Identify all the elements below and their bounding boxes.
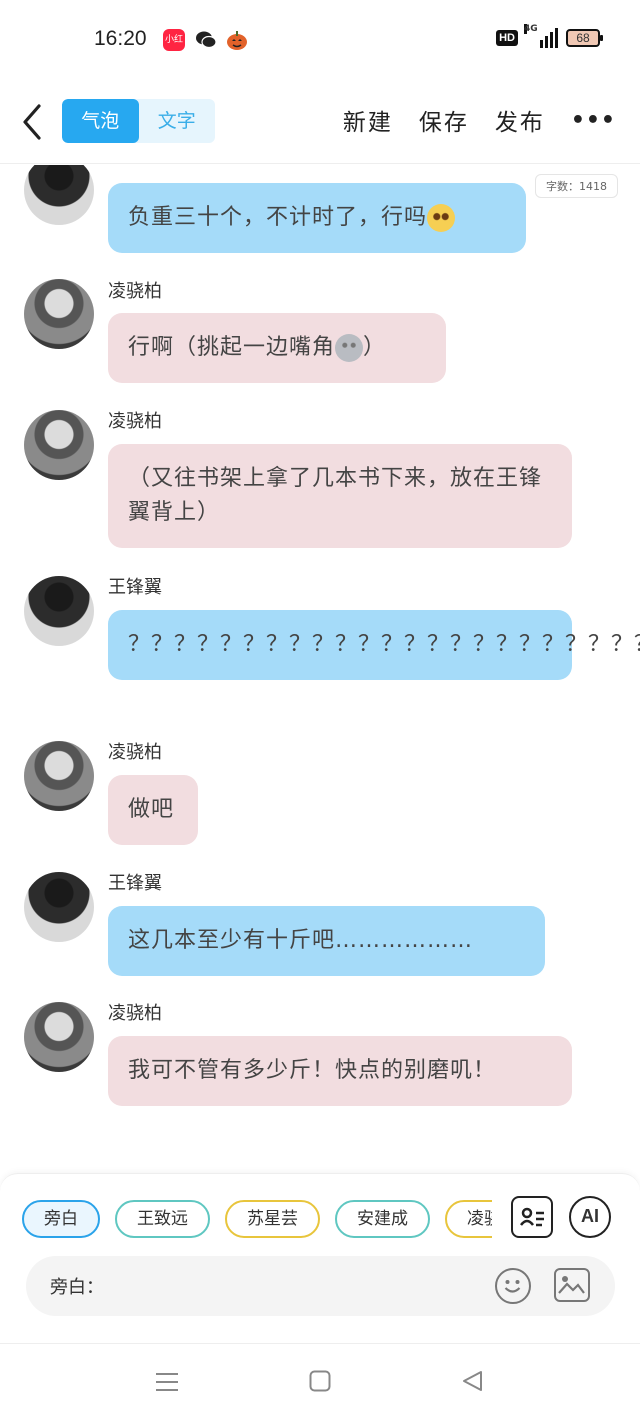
header-actions: 新建 保存 发布 ••• [343, 103, 616, 137]
message-text: 负重三十个，不计时了，行吗 [128, 205, 428, 230]
speaker-name: 凌骁柏 [108, 1003, 162, 1024]
message-bubble[interactable]: 行啊（挑起一边嘴角 ） [108, 313, 446, 383]
back-button[interactable] [20, 102, 44, 142]
editor-header: 气泡 文字 新建 保存 发布 ••• [0, 80, 640, 164]
chip-su-xingyun[interactable]: 苏星芸 [225, 1200, 320, 1238]
moon-face-icon [335, 334, 364, 362]
message-bubble[interactable]: 做吧 [108, 775, 198, 845]
clock: 16:20 [94, 27, 147, 50]
speaker-name: 王锋翼 [108, 873, 162, 894]
message-text: ？？？？？？？？？？？？？？？？？？？？？？？ [128, 632, 640, 657]
speaker-name: 凌骁柏 [108, 281, 162, 302]
message-bubble[interactable]: 我可不管有多少斤！快点的别磨叽！ [108, 1036, 572, 1106]
chip-ling-xiaobai[interactable]: 凌骁柏 [445, 1200, 492, 1238]
image-icon[interactable] [554, 1268, 590, 1302]
avatar[interactable] [24, 165, 94, 225]
message-text: 行啊（挑起一边嘴角 [128, 335, 336, 360]
signal-icon: 4G [524, 24, 558, 48]
status-bar: 16:20 小红书 HD 4G 68 [0, 0, 640, 80]
composer-input-row: 旁白： [26, 1256, 615, 1316]
speaker-name: 王锋翼 [108, 577, 162, 598]
chip-wang-zhiyuan[interactable]: 王致远 [115, 1200, 210, 1238]
hd-badge: HD [496, 30, 518, 46]
message-text: 做吧 [128, 797, 175, 822]
avatar[interactable] [24, 741, 94, 811]
xiaohongshu-icon: 小红书 [163, 29, 185, 67]
message-input[interactable] [121, 1268, 481, 1304]
composer-panel: 旁白 王致远 苏星芸 安建成 凌骁柏 AI 旁白： [0, 1173, 640, 1343]
message-bubble[interactable]: （又往书架上拿了几本书下来，放在王锋翼背上） [108, 444, 572, 548]
ai-button[interactable]: AI [569, 1196, 611, 1238]
new-button[interactable]: 新建 [343, 103, 393, 137]
message-bubble[interactable]: ？？？？？？？？？？？？？？？？？？？？？？？ [108, 610, 640, 680]
halloween-icon [226, 29, 248, 51]
message-text-tail: ） [363, 335, 387, 360]
word-count-badge: 字数：1418 [535, 174, 618, 198]
message-bubble[interactable]: 负重三十个，不计时了，行吗 [108, 183, 526, 253]
emoji-icon[interactable] [495, 1268, 531, 1304]
chip-narrator[interactable]: 旁白 [22, 1200, 100, 1238]
chat-thread: 字数：1418 负重三十个，不计时了，行吗 凌骁柏 行啊（挑起一边嘴角 ） 凌骁柏… [0, 165, 640, 1175]
avatar[interactable] [24, 279, 94, 349]
tab-text[interactable]: 文字 [139, 99, 216, 143]
battery-icon: 68 [566, 29, 603, 47]
network-type: 4G [524, 24, 538, 34]
menu-icon[interactable] [155, 1370, 179, 1394]
system-nav-bar [0, 1343, 640, 1422]
message-text: 这几本至少有十斤吧……………… [128, 928, 474, 953]
chevron-left-icon [23, 104, 41, 140]
publish-button[interactable]: 发布 [495, 103, 545, 137]
mode-toggle: 气泡 文字 [62, 99, 215, 143]
avatar[interactable] [24, 872, 94, 942]
pleading-face-icon [427, 204, 456, 232]
home-icon[interactable] [309, 1370, 331, 1392]
speaker-label: 旁白： [50, 1277, 104, 1298]
tab-bubble[interactable]: 气泡 [62, 99, 139, 143]
message-bubble[interactable]: 这几本至少有十斤吧……………… [108, 906, 545, 976]
save-button[interactable]: 保存 [419, 103, 469, 137]
wechat-icon [195, 29, 217, 51]
speaker-name: 凌骁柏 [108, 742, 162, 763]
chip-an-jiancheng[interactable]: 安建成 [335, 1200, 430, 1238]
back-nav-icon[interactable] [461, 1370, 483, 1392]
status-indicators: HD 4G 68 [496, 24, 603, 48]
more-menu-icon[interactable]: ••• [571, 108, 616, 133]
speaker-chips: 旁白 王致远 苏星芸 安建成 凌骁柏 [22, 1200, 492, 1240]
avatar[interactable] [24, 1002, 94, 1072]
contact-card-icon[interactable] [511, 1196, 553, 1238]
avatar[interactable] [24, 576, 94, 646]
message-text: 我可不管有多少斤！快点的别磨叽！ [128, 1058, 497, 1083]
speaker-name: 凌骁柏 [108, 411, 162, 432]
message-text: （又往书架上拿了几本书下来，放在王锋翼背上） [128, 466, 543, 525]
avatar[interactable] [24, 410, 94, 480]
